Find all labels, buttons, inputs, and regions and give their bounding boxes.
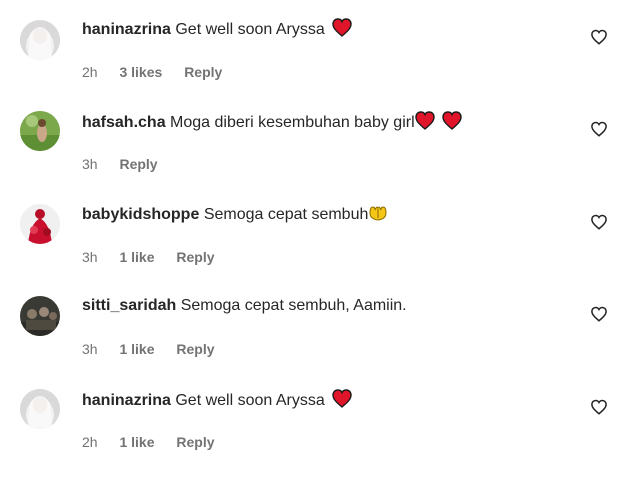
avatar-image xyxy=(20,20,60,60)
comment-time: 3h xyxy=(82,156,98,172)
likes-count[interactable]: 1 like xyxy=(119,249,154,265)
comment-text: Moga diberi kesembuhan baby girl xyxy=(170,114,415,131)
comment-text: Get well soon Aryssa xyxy=(175,21,325,38)
comment-text: Semoga cepat sembuh, Aamiin. xyxy=(180,297,407,314)
avatar-image xyxy=(20,204,60,244)
reply-button[interactable]: Reply xyxy=(176,249,214,265)
like-heart-icon[interactable] xyxy=(590,213,608,231)
comment-meta: 2h 3 likes Reply xyxy=(82,63,240,81)
like-heart-icon[interactable] xyxy=(590,305,608,323)
comment-time: 2h xyxy=(82,434,98,450)
comment-username[interactable]: haninazrina xyxy=(82,21,171,38)
likes-count[interactable]: 3 likes xyxy=(119,64,162,80)
comment-text: Get well soon Aryssa xyxy=(175,392,325,409)
comment-line: babykidshoppe Semoga cepat sembuh xyxy=(82,204,388,228)
comment-item: hafsah.cha Moga diberi kesembuhan baby g… xyxy=(0,111,623,203)
comment-item: sitti_saridah Semoga cepat sembuh, Aamii… xyxy=(0,296,623,388)
comment-username[interactable]: sitti_saridah xyxy=(82,297,176,314)
comment-item: haninazrina Get well soon Aryssa 2h 3 li… xyxy=(0,18,623,110)
red-heart-icon xyxy=(332,18,352,43)
like-heart-icon[interactable] xyxy=(590,120,608,138)
reply-button[interactable]: Reply xyxy=(176,434,214,450)
red-heart-icon xyxy=(414,111,435,136)
reply-button[interactable]: Reply xyxy=(119,156,157,172)
like-heart-icon[interactable] xyxy=(590,398,608,416)
comment-time: 3h xyxy=(82,341,98,357)
comment-item: babykidshoppe Semoga cepat sembuh 3h 1 l… xyxy=(0,204,623,296)
comment-meta: 2h 1 like Reply xyxy=(82,433,233,451)
reply-button[interactable]: Reply xyxy=(184,64,222,80)
comment-meta: 3h Reply xyxy=(82,155,176,173)
comment-line: haninazrina Get well soon Aryssa xyxy=(82,18,352,43)
comment-username[interactable]: haninazrina xyxy=(82,392,171,409)
comment-line: hafsah.cha Moga diberi kesembuhan baby g… xyxy=(82,111,462,136)
comment-item: haninazrina Get well soon Aryssa 2h 1 li… xyxy=(0,389,623,481)
comment-line: haninazrina Get well soon Aryssa xyxy=(82,389,352,414)
comment-meta: 3h 1 like Reply xyxy=(82,248,233,266)
avatar[interactable] xyxy=(20,204,60,244)
open-hands-icon xyxy=(368,204,388,228)
avatar-image xyxy=(20,111,60,151)
avatar[interactable] xyxy=(20,111,60,151)
comment-text: Semoga cepat sembuh xyxy=(203,206,369,223)
avatar[interactable] xyxy=(20,20,60,60)
comment-time: 2h xyxy=(82,64,98,80)
likes-count[interactable]: 1 like xyxy=(119,434,154,450)
like-heart-icon[interactable] xyxy=(590,28,608,46)
comment-line: sitti_saridah Semoga cepat sembuh, Aamii… xyxy=(82,296,407,316)
likes-count[interactable]: 1 like xyxy=(119,341,154,357)
comment-username[interactable]: hafsah.cha xyxy=(82,114,166,131)
avatar[interactable] xyxy=(20,389,60,429)
comment-username[interactable]: babykidshoppe xyxy=(82,206,199,223)
reply-button[interactable]: Reply xyxy=(176,341,214,357)
avatar-image xyxy=(20,296,60,336)
red-heart-icon xyxy=(442,111,462,136)
comment-time: 3h xyxy=(82,249,98,265)
red-heart-icon xyxy=(332,389,352,414)
avatar[interactable] xyxy=(20,296,60,336)
avatar-image xyxy=(20,389,60,429)
comment-meta: 3h 1 like Reply xyxy=(82,340,233,358)
